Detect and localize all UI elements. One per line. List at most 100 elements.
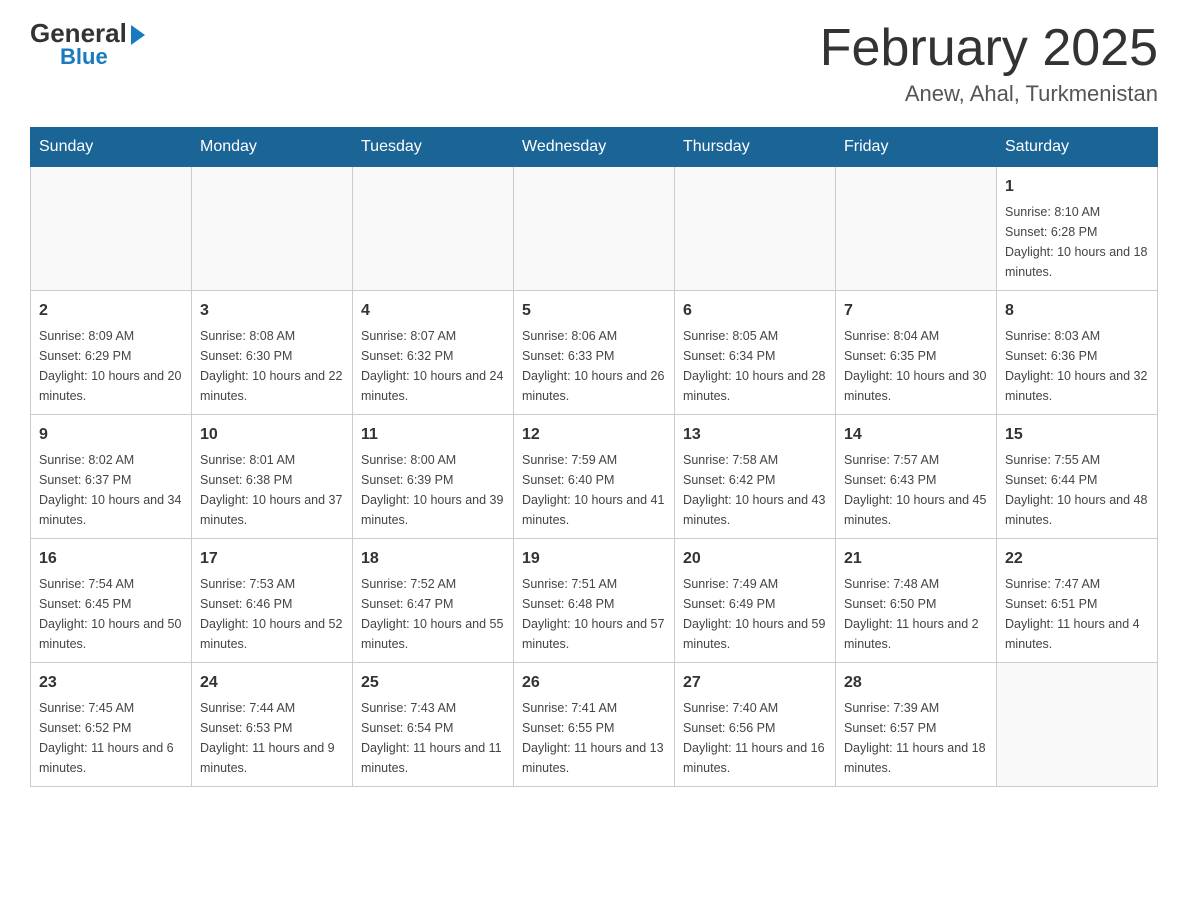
day-info: Sunrise: 7:52 AMSunset: 6:47 PMDaylight:… [361,574,505,654]
calendar-cell [353,167,514,291]
calendar-cell: 2 Sunrise: 8:09 AMSunset: 6:29 PMDaylight… [31,291,192,415]
day-info: Sunrise: 7:43 AMSunset: 6:54 PMDaylight:… [361,698,505,778]
calendar-cell: 3 Sunrise: 8:08 AMSunset: 6:30 PMDaylight… [192,291,353,415]
day-number: 16 [39,547,183,571]
day-info: Sunrise: 7:47 AMSunset: 6:51 PMDaylight:… [1005,574,1149,654]
day-info: Sunrise: 7:40 AMSunset: 6:56 PMDaylight:… [683,698,827,778]
calendar-table: SundayMondayTuesdayWednesdayThursdayFrid… [30,127,1158,787]
day-info: Sunrise: 8:03 AMSunset: 6:36 PMDaylight:… [1005,326,1149,406]
calendar-header: SundayMondayTuesdayWednesdayThursdayFrid… [31,128,1158,167]
day-info: Sunrise: 8:08 AMSunset: 6:30 PMDaylight:… [200,326,344,406]
calendar-cell: 28 Sunrise: 7:39 AMSunset: 6:57 PMDayligh… [836,663,997,787]
calendar-cell: 5 Sunrise: 8:06 AMSunset: 6:33 PMDaylight… [514,291,675,415]
calendar-cell: 15 Sunrise: 7:55 AMSunset: 6:44 PMDayligh… [997,415,1158,539]
day-number: 2 [39,299,183,323]
day-number: 15 [1005,423,1149,447]
calendar-cell: 6 Sunrise: 8:05 AMSunset: 6:34 PMDaylight… [675,291,836,415]
weekday-header-thursday: Thursday [675,128,836,167]
calendar-body: 1Sunrise: 8:10 AMSunset: 6:28 PMDaylight… [31,167,1158,787]
weekday-header-friday: Friday [836,128,997,167]
day-number: 22 [1005,547,1149,571]
day-info: Sunrise: 8:10 AMSunset: 6:28 PMDaylight:… [1005,202,1149,282]
day-info: Sunrise: 7:44 AMSunset: 6:53 PMDaylight:… [200,698,344,778]
calendar-cell: 9 Sunrise: 8:02 AMSunset: 6:37 PMDaylight… [31,415,192,539]
calendar-cell: 8 Sunrise: 8:03 AMSunset: 6:36 PMDaylight… [997,291,1158,415]
day-info: Sunrise: 8:05 AMSunset: 6:34 PMDaylight:… [683,326,827,406]
day-number: 25 [361,671,505,695]
day-number: 26 [522,671,666,695]
calendar-cell: 19Sunrise: 7:51 AMSunset: 6:48 PMDayligh… [514,539,675,663]
day-info: Sunrise: 7:57 AMSunset: 6:43 PMDaylight:… [844,450,988,530]
day-info: Sunrise: 8:01 AMSunset: 6:38 PMDaylight:… [200,450,344,530]
calendar-cell [836,167,997,291]
calendar-cell [514,167,675,291]
day-info: Sunrise: 8:04 AMSunset: 6:35 PMDaylight:… [844,326,988,406]
day-info: Sunrise: 7:41 AMSunset: 6:55 PMDaylight:… [522,698,666,778]
logo: General Blue [30,20,145,68]
day-number: 18 [361,547,505,571]
day-number: 21 [844,547,988,571]
calendar-cell: 24 Sunrise: 7:44 AMSunset: 6:53 PMDayligh… [192,663,353,787]
location-title: Anew, Ahal, Turkmenistan [820,81,1158,107]
calendar-cell: 12 Sunrise: 7:59 AMSunset: 6:40 PMDayligh… [514,415,675,539]
day-info: Sunrise: 7:53 AMSunset: 6:46 PMDaylight:… [200,574,344,654]
calendar-cell: 25 Sunrise: 7:43 AMSunset: 6:54 PMDayligh… [353,663,514,787]
page-header: General Blue February 2025 Anew, Ahal, T… [30,20,1158,107]
day-number: 4 [361,299,505,323]
day-number: 10 [200,423,344,447]
calendar-cell: 16 Sunrise: 7:54 AMSunset: 6:45 PMDayligh… [31,539,192,663]
day-info: Sunrise: 7:49 AMSunset: 6:49 PMDaylight:… [683,574,827,654]
day-number: 7 [844,299,988,323]
day-info: Sunrise: 8:02 AMSunset: 6:37 PMDaylight:… [39,450,183,530]
day-number: 17 [200,547,344,571]
day-number: 5 [522,299,666,323]
calendar-cell: 26 Sunrise: 7:41 AMSunset: 6:55 PMDayligh… [514,663,675,787]
calendar-cell: 7 Sunrise: 8:04 AMSunset: 6:35 PMDaylight… [836,291,997,415]
day-number: 13 [683,423,827,447]
day-info: Sunrise: 7:39 AMSunset: 6:57 PMDaylight:… [844,698,988,778]
calendar-cell: 13 Sunrise: 7:58 AMSunset: 6:42 PMDayligh… [675,415,836,539]
day-number: 20 [683,547,827,571]
calendar-cell: 20 Sunrise: 7:49 AMSunset: 6:49 PMDayligh… [675,539,836,663]
day-info: Sunrise: 7:48 AMSunset: 6:50 PMDaylight:… [844,574,988,654]
day-info: Sunrise: 7:59 AMSunset: 6:40 PMDaylight:… [522,450,666,530]
calendar-cell: 10 Sunrise: 8:01 AMSunset: 6:38 PMDayligh… [192,415,353,539]
day-number: 27 [683,671,827,695]
calendar-cell [192,167,353,291]
day-info: Sunrise: 7:58 AMSunset: 6:42 PMDaylight:… [683,450,827,530]
calendar-cell [997,663,1158,787]
day-number: 3 [200,299,344,323]
day-number: 12 [522,423,666,447]
calendar-cell: 18 Sunrise: 7:52 AMSunset: 6:47 PMDayligh… [353,539,514,663]
logo-blue-text: Blue [60,46,108,68]
calendar-cell: 21 Sunrise: 7:48 AMSunset: 6:50 PMDayligh… [836,539,997,663]
title-block: February 2025 Anew, Ahal, Turkmenistan [820,20,1158,107]
day-number: 8 [1005,299,1149,323]
weekday-header-saturday: Saturday [997,128,1158,167]
week-row-4: 16 Sunrise: 7:54 AMSunset: 6:45 PMDayligh… [31,539,1158,663]
calendar-cell: 17 Sunrise: 7:53 AMSunset: 6:46 PMDayligh… [192,539,353,663]
week-row-3: 9 Sunrise: 8:02 AMSunset: 6:37 PMDaylight… [31,415,1158,539]
calendar-cell: 23Sunrise: 7:45 AMSunset: 6:52 PMDayligh… [31,663,192,787]
logo-general-text: General [30,20,145,46]
weekday-header-tuesday: Tuesday [353,128,514,167]
day-number: 9 [39,423,183,447]
weekday-header-wednesday: Wednesday [514,128,675,167]
calendar-cell [31,167,192,291]
week-row-2: 2 Sunrise: 8:09 AMSunset: 6:29 PMDaylight… [31,291,1158,415]
day-number: 24 [200,671,344,695]
day-info: Sunrise: 7:54 AMSunset: 6:45 PMDaylight:… [39,574,183,654]
calendar-cell: 22 Sunrise: 7:47 AMSunset: 6:51 PMDayligh… [997,539,1158,663]
day-number: 28 [844,671,988,695]
calendar-cell [675,167,836,291]
day-info: Sunrise: 8:09 AMSunset: 6:29 PMDaylight:… [39,326,183,406]
day-number: 6 [683,299,827,323]
day-number: 11 [361,423,505,447]
day-info: Sunrise: 8:06 AMSunset: 6:33 PMDaylight:… [522,326,666,406]
week-row-5: 23Sunrise: 7:45 AMSunset: 6:52 PMDayligh… [31,663,1158,787]
calendar-cell: 27 Sunrise: 7:40 AMSunset: 6:56 PMDayligh… [675,663,836,787]
weekday-header-monday: Monday [192,128,353,167]
calendar-cell: 4Sunrise: 8:07 AMSunset: 6:32 PMDaylight… [353,291,514,415]
weekday-header-sunday: Sunday [31,128,192,167]
day-info: Sunrise: 7:55 AMSunset: 6:44 PMDaylight:… [1005,450,1149,530]
